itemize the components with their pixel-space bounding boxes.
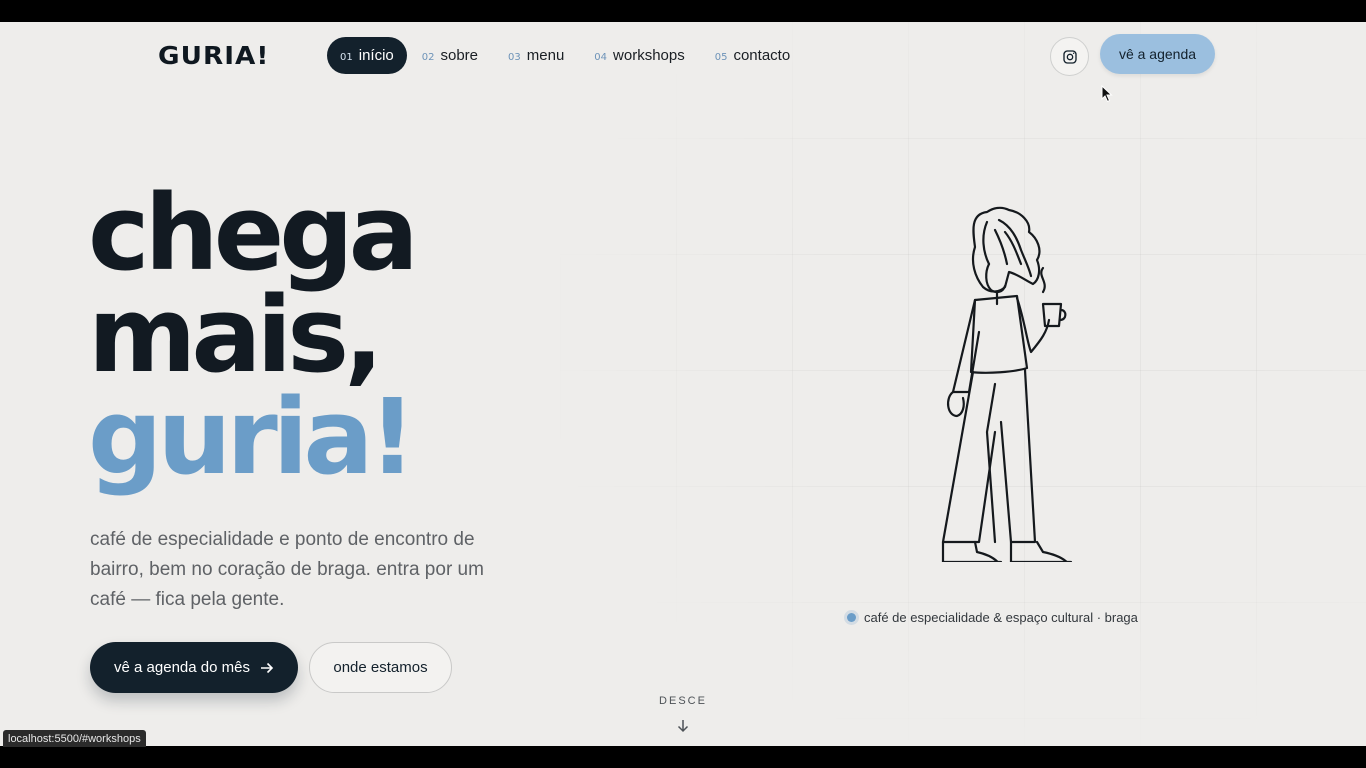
letterbox-top xyxy=(0,0,1366,22)
nav-item-inicio[interactable]: 01 início xyxy=(327,37,407,74)
nav-item-menu[interactable]: 03 menu xyxy=(493,37,579,74)
nav-item-workshops[interactable]: 04 workshops xyxy=(579,37,699,74)
nav-number: 04 xyxy=(594,51,608,63)
agenda-button[interactable]: vê a agenda xyxy=(1100,34,1215,74)
arrow-down-icon[interactable] xyxy=(676,719,690,733)
headline-line-2: mais, xyxy=(88,274,384,396)
nav-label: início xyxy=(358,47,394,64)
woman-holding-coffee-illustration xyxy=(941,206,1073,562)
nav-item-sobre[interactable]: 02 sobre xyxy=(407,37,493,74)
page: GURIA! 01 início 02 sobre 03 menu 04 wor… xyxy=(0,22,1366,746)
headline-line-3: guria! xyxy=(88,376,416,498)
nav-label: menu xyxy=(526,47,565,64)
hero-lead: café de especialidade e ponto de encontr… xyxy=(90,529,484,610)
nav-label: contacto xyxy=(733,47,791,64)
nav-number: 03 xyxy=(508,51,521,63)
logo[interactable]: GURIA! xyxy=(158,41,269,70)
headline-line-1: chega xyxy=(88,172,419,294)
status-bar-url: localhost:5500/#workshops xyxy=(3,730,146,747)
letterbox-bottom xyxy=(0,746,1366,768)
agenda-month-button[interactable]: vê a agenda do mês xyxy=(90,642,298,693)
instagram-icon xyxy=(1062,49,1077,64)
accent-dot xyxy=(847,613,856,622)
cta-primary-label: vê a agenda do mês xyxy=(114,659,250,676)
nav-number: 02 xyxy=(421,51,435,63)
nav-label: sobre xyxy=(440,47,479,64)
main-nav: 01 início 02 sobre 03 menu 04 workshops … xyxy=(327,37,805,74)
nav-number: 05 xyxy=(714,51,728,63)
scroll-hint[interactable]: DESCE xyxy=(653,695,713,707)
hero-caption: café de especialidade & espaço cultural … xyxy=(847,610,1138,625)
hero-headline: chega mais, guria! xyxy=(88,172,419,498)
location-button[interactable]: onde estamos xyxy=(309,642,452,693)
mouse-cursor-icon xyxy=(1101,85,1113,103)
instagram-button[interactable] xyxy=(1050,37,1089,76)
caption-text: café de especialidade & espaço cultural … xyxy=(864,610,1138,625)
arrow-right-icon xyxy=(260,662,274,673)
nav-item-contacto[interactable]: 05 contacto xyxy=(700,37,805,74)
nav-number: 01 xyxy=(340,51,353,63)
nav-label: workshops xyxy=(613,47,685,64)
